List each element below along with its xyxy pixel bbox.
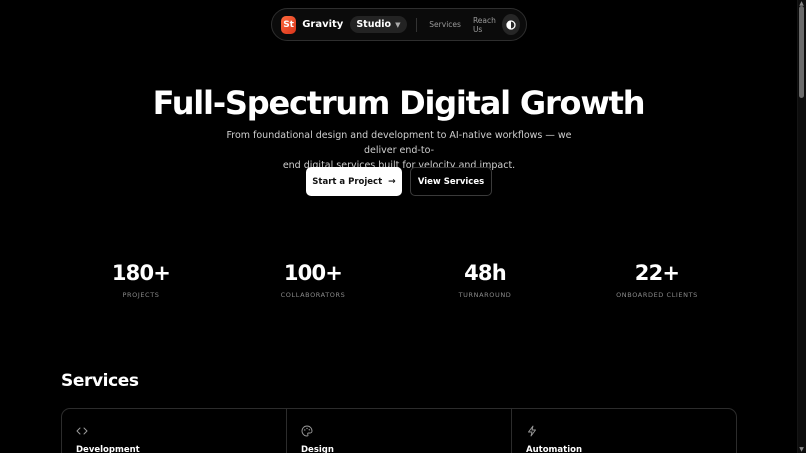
stat-value: 100+ — [283, 261, 343, 285]
service-title: Automation — [526, 445, 582, 453]
nav-link-services[interactable]: Services — [429, 20, 461, 29]
stat-collaborators: 100+ COLLABORATORS — [238, 261, 388, 299]
stat-onboarded-clients: 22+ ONBOARDED CLIENTS — [582, 261, 732, 299]
stat-value: 48h — [464, 261, 507, 285]
hero-subtitle-line-1: From foundational design and development… — [226, 130, 572, 156]
nav-link-reach-us[interactable]: Reach Us — [473, 16, 502, 34]
service-card-automation[interactable]: Automation — [512, 409, 736, 453]
stat-value: 180+ — [111, 261, 171, 285]
nav-divider — [416, 17, 418, 32]
stat-label: ONBOARDED CLIENTS — [616, 291, 698, 299]
hero-subtitle: From foundational design and development… — [215, 128, 583, 173]
view-services-label: View Services — [417, 176, 485, 187]
hero-title: Full-Spectrum Digital Growth — [152, 84, 646, 122]
scrollbar-thumb[interactable] — [799, 6, 804, 98]
start-project-label: Start a Project — [312, 176, 383, 187]
stat-value: 22+ — [634, 261, 680, 285]
service-title: Design — [301, 445, 334, 453]
lightning-icon — [528, 425, 536, 437]
chevron-down-icon: ▼ — [395, 20, 401, 29]
start-project-button[interactable]: Start a Project → — [306, 167, 402, 196]
code-icon — [76, 427, 88, 435]
stat-label: COLLABORATORS — [280, 291, 346, 299]
studio-dropdown-label: Studio — [356, 19, 392, 30]
services-heading: Services — [61, 371, 139, 391]
view-services-button[interactable]: View Services — [410, 167, 492, 196]
page: St Gravity Studio ▼ Services Reach Us Fu… — [0, 0, 806, 453]
service-card-development[interactable]: Development — [62, 409, 287, 453]
logo-icon[interactable]: St — [281, 15, 297, 34]
stat-label: PROJECTS — [122, 291, 160, 299]
services-grid: Development Design Automation — [61, 408, 737, 453]
studio-dropdown[interactable]: Studio ▼ — [350, 16, 408, 33]
palette-icon — [301, 425, 313, 437]
service-title: Development — [76, 445, 140, 453]
arrow-right-icon: → — [388, 176, 396, 187]
vertical-scrollbar[interactable]: ▲ ▼ — [797, 0, 806, 453]
service-card-design[interactable]: Design — [287, 409, 512, 453]
brand-name[interactable]: Gravity — [302, 19, 343, 30]
scroll-down-icon[interactable]: ▼ — [798, 446, 805, 453]
stat-turnaround: 48h TURNAROUND — [410, 261, 560, 299]
stat-label: TURNAROUND — [458, 291, 512, 299]
contrast-icon — [506, 19, 516, 30]
top-navbar: St Gravity Studio ▼ Services Reach Us — [271, 8, 527, 41]
theme-toggle-button[interactable] — [502, 14, 520, 35]
stat-projects: 180+ PROJECTS — [66, 261, 216, 299]
